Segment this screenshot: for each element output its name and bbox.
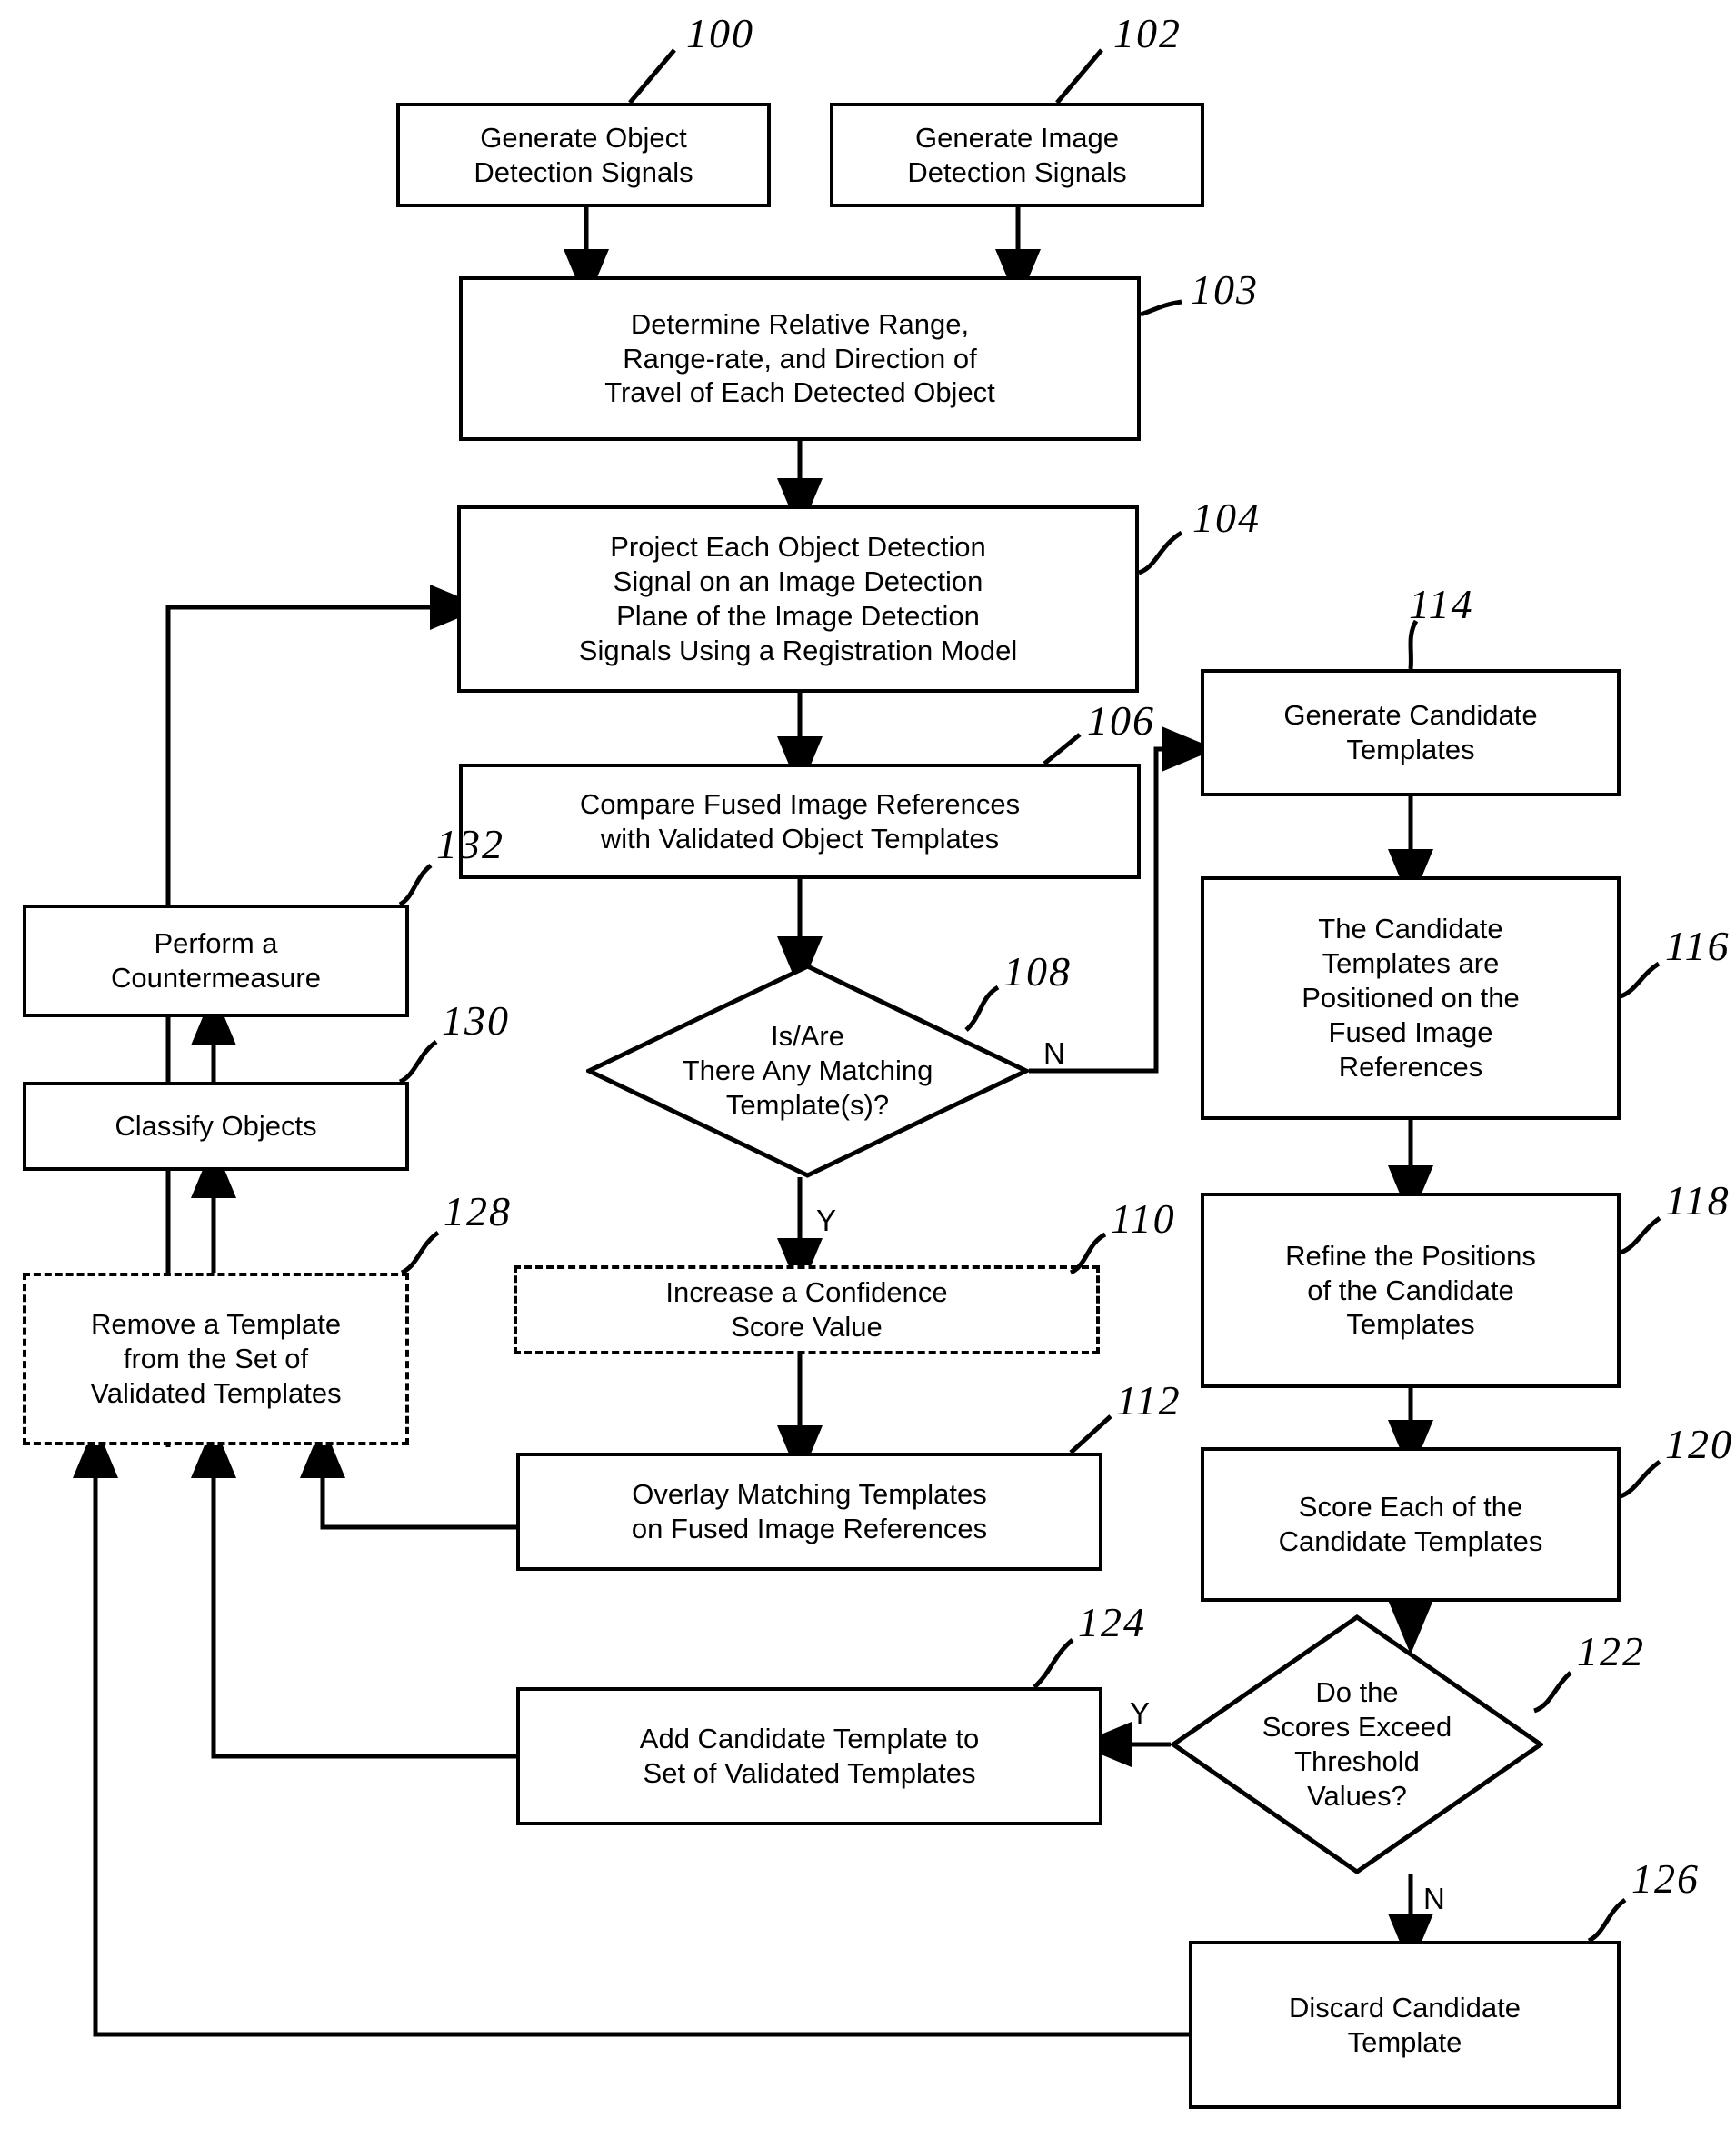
node-100-generate-object-detection-signals[interactable]: Generate Object Detection Signals [396,103,771,207]
node-102-label: Generate Image Detection Signals [907,121,1127,188]
node-103-label: Determine Relative Range, Range-rate, an… [604,307,995,409]
node-132-label: Perform a Countermeasure [111,927,321,994]
node-124-add-candidate-template-to-validated-set[interactable]: Add Candidate Template to Set of Validat… [516,1687,1102,1825]
ref-106: 106 [1087,697,1155,744]
ref-112: 112 [1116,1377,1182,1424]
node-104-label: Project Each Object Detection Signal on … [578,531,1018,666]
ref-124: 124 [1078,1599,1146,1645]
node-104-project-object-detection-signal[interactable]: Project Each Object Detection Signal on … [457,505,1139,693]
node-103-determine-relative-range[interactable]: Determine Relative Range, Range-rate, an… [459,276,1141,441]
node-122-do-scores-exceed-threshold[interactable]: Do the Scores Exceed Threshold Values? [1171,1614,1543,1874]
node-122-label: Do the Scores Exceed Threshold Values? [1262,1676,1452,1812]
node-116-label: The Candidate Templates are Positioned o… [1302,913,1520,1083]
ref-110: 110 [1111,1195,1176,1242]
node-130-classify-objects[interactable]: Classify Objects [23,1082,409,1171]
ref-102: 102 [1113,10,1182,56]
ref-120: 120 [1665,1421,1733,1467]
node-130-label: Classify Objects [115,1110,317,1143]
node-110-label: Increase a Confidence Score Value [665,1276,948,1343]
node-106-compare-fused-image-references[interactable]: Compare Fused Image References with Vali… [459,764,1141,879]
ref-116: 116 [1665,923,1731,969]
branch-label-108-no: N [1043,1036,1065,1070]
ref-118: 118 [1665,1177,1731,1224]
node-120-score-each-candidate-template[interactable]: Score Each of the Candidate Templates [1201,1447,1621,1602]
node-110-increase-confidence-score-value[interactable]: Increase a Confidence Score Value [514,1265,1100,1354]
ref-104: 104 [1192,495,1261,541]
node-128-remove-template-from-validated-set[interactable]: Remove a Template from the Set of Valida… [23,1273,409,1445]
ref-126: 126 [1631,1855,1700,1902]
node-112-overlay-matching-templates[interactable]: Overlay Matching Templates on Fused Imag… [516,1453,1102,1571]
ref-130: 130 [442,997,510,1044]
node-108-label: Is/Are There Any Matching Template(s)? [682,1020,933,1121]
node-128-label: Remove a Template from the Set of Valida… [90,1308,342,1409]
node-102-generate-image-detection-signals[interactable]: Generate Image Detection Signals [830,103,1204,207]
node-126-label: Discard Candidate Template [1288,1991,1521,2058]
node-108-is-there-any-matching-template[interactable]: Is/Are There Any Matching Template(s)? [586,964,1029,1178]
node-106-label: Compare Fused Image References with Vali… [579,787,1021,855]
ref-114: 114 [1409,581,1474,627]
ref-128: 128 [444,1188,512,1234]
node-112-label: Overlay Matching Templates on Fused Imag… [631,1478,988,1544]
branch-label-122-no: N [1423,1882,1445,1915]
ref-100: 100 [686,10,754,56]
node-116-candidate-templates-positioned[interactable]: The Candidate Templates are Positioned o… [1201,876,1621,1120]
ref-122: 122 [1577,1628,1645,1674]
branch-label-108-yes: Y [816,1204,837,1237]
node-118-refine-positions-of-candidate-templates[interactable]: Refine the Positions of the Candidate Te… [1201,1193,1621,1388]
branch-label-122-yes: Y [1130,1696,1151,1730]
patent-flowchart-figure: Generate Object Detection Signals Genera… [0,0,1736,2129]
node-124-label: Add Candidate Template to Set of Validat… [639,1723,980,1789]
node-120-label: Score Each of the Candidate Templates [1278,1491,1543,1557]
node-118-label: Refine the Positions of the Candidate Te… [1285,1239,1536,1341]
ref-103: 103 [1191,266,1259,313]
node-114-label: Generate Candidate Templates [1283,699,1538,765]
ref-108: 108 [1003,948,1072,995]
node-100-label: Generate Object Detection Signals [474,121,693,188]
node-126-discard-candidate-template[interactable]: Discard Candidate Template [1189,1941,1621,2109]
ref-132: 132 [436,821,504,867]
node-114-generate-candidate-templates[interactable]: Generate Candidate Templates [1201,669,1621,796]
node-132-perform-a-countermeasure[interactable]: Perform a Countermeasure [23,905,409,1017]
